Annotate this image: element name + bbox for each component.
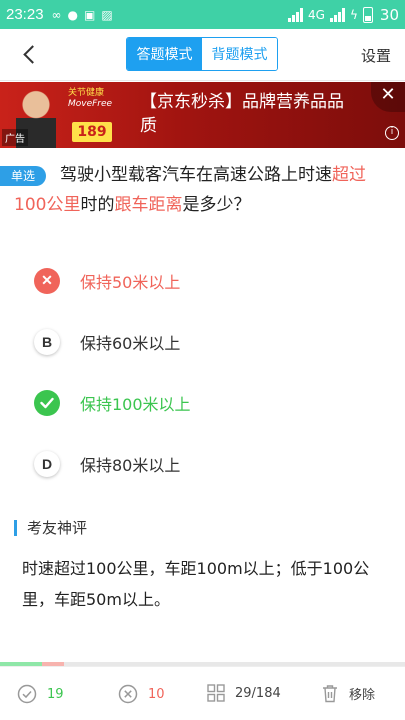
correct-count: 19 [47, 686, 64, 702]
ad-info-icon[interactable]: i [385, 126, 399, 140]
question-segment: 是多少？ [182, 195, 251, 215]
option-d[interactable]: D 保持80米以上 [0, 433, 405, 494]
option-b[interactable]: B 保持60米以上 [0, 311, 405, 372]
wrong-count-button[interactable]: 10 [118, 684, 165, 704]
grid-icon [207, 684, 225, 702]
ad-label: 广告 [2, 129, 28, 146]
bottom-toolbar: 19 10 29/184 移除 [0, 666, 405, 720]
charging-icon: ϟ [349, 7, 358, 22]
status-time: 23:23 [6, 6, 44, 23]
option-label: 保持80米以上 [80, 455, 181, 475]
battery-icon [362, 6, 373, 23]
question-text: 驾驶小型载客汽车在高速公路上时速超过100公里时的跟车距离是多少？ [0, 160, 405, 220]
ad-promo-title: 关节健康 [68, 88, 105, 98]
remove-label: 移除 [349, 688, 376, 703]
wrong-mark-icon: ✕ [34, 267, 60, 294]
heading-accent-bar [14, 519, 17, 536]
network-type: 4G [308, 7, 325, 22]
comment-heading: 考友神评 [14, 517, 87, 538]
ad-promo-brand: MoveFree [68, 99, 113, 109]
infinity-icon: ∞ [51, 7, 62, 22]
option-a[interactable]: ✕ 保持50米以上 [0, 250, 405, 311]
clipboard-icon: ▣ [84, 7, 96, 22]
check-mark-icon [34, 389, 60, 416]
chat-icon: ● [67, 7, 79, 22]
signal-icon [288, 7, 304, 22]
system-icons: 4G ϟ 30 [288, 6, 399, 24]
comment-heading-text: 考友神评 [27, 519, 88, 537]
option-letter: D [34, 450, 60, 477]
notification-icons: ∞ ● ▣ ▨ [52, 8, 113, 22]
back-icon[interactable] [20, 42, 42, 68]
cross-circle-icon [118, 684, 138, 704]
mode-toggle: 答题模式 背题模式 [126, 37, 278, 71]
option-label: 保持100米以上 [80, 394, 191, 414]
settings-button[interactable]: 设置 [361, 45, 391, 66]
status-bar: 23:23 ∞ ● ▣ ▨ 4G ϟ 30 [0, 0, 405, 29]
tab-memorize-mode[interactable]: 背题模式 [202, 38, 277, 70]
wrong-count: 10 [148, 686, 165, 702]
option-letter: B [34, 328, 60, 355]
ad-promo: 关节健康 MoveFree [68, 88, 112, 110]
signal-icon-2 [329, 7, 345, 22]
question-highlight: 跟车距离 [114, 195, 183, 215]
battery-level: 30 [379, 5, 399, 24]
options-list: ✕ 保持50米以上 B 保持60米以上 保持100米以上 D 保持80米以上 [0, 250, 405, 494]
comment-body: 时速超过100公里，车距100m以上；低于100公里，车距50m以上。 [22, 559, 370, 609]
ad-text: 【京东秒杀】品牌营养品品质 [140, 92, 344, 136]
image-icon: ▨ [101, 7, 113, 22]
tab-answer-mode[interactable]: 答题模式 [127, 38, 202, 70]
remove-button[interactable]: 移除 [321, 684, 375, 703]
correct-count-button[interactable]: 19 [17, 684, 64, 704]
option-label: 保持60米以上 [80, 333, 181, 353]
question: 单选 驾驶小型载客汽车在高速公路上时速超过100公里时的跟车距离是多少？ [0, 160, 405, 220]
trash-icon [323, 685, 337, 703]
option-c[interactable]: 保持100米以上 [0, 372, 405, 433]
ad-close-icon[interactable]: ✕ [371, 82, 405, 112]
option-label: 保持50米以上 [80, 272, 181, 292]
question-segment: 驾驶小型载客汽车在高速公路上时速 [60, 165, 332, 185]
question-grid-button[interactable]: 29/184 [207, 684, 281, 702]
ad-banner[interactable]: 广告 关节健康 MoveFree 189 【京东秒杀】品牌营养品品质 ✕ i [0, 82, 405, 148]
question-segment: 时的 [80, 195, 115, 215]
check-circle-icon [17, 684, 37, 704]
question-type-badge: 单选 [0, 166, 46, 186]
nav-bar: 答题模式 背题模式 设置 [0, 29, 405, 81]
question-position: 29/184 [235, 685, 281, 701]
ad-price: 189 [72, 122, 112, 142]
